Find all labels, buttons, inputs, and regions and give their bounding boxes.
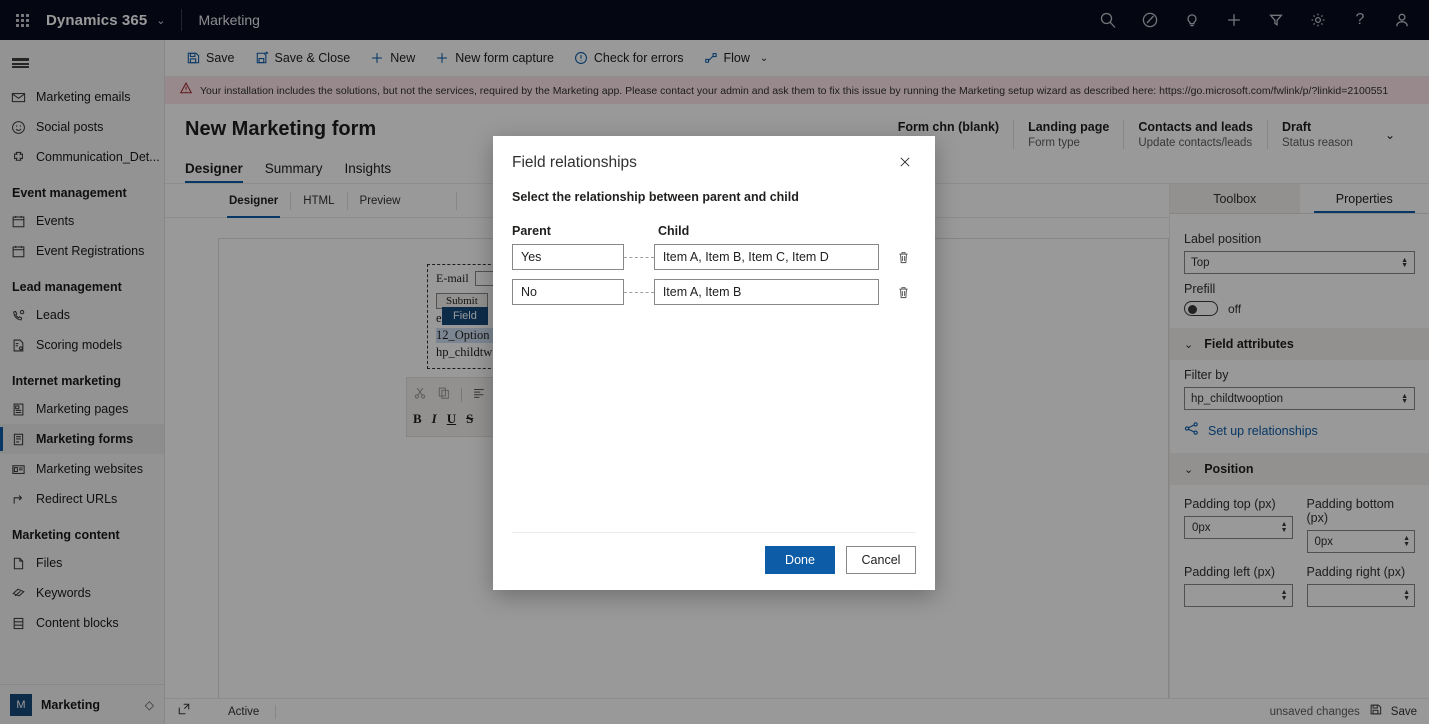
parent-column-header: Parent <box>512 224 551 238</box>
child-input[interactable]: Item A, Item B <box>653 279 879 305</box>
relationship-connector <box>623 256 654 258</box>
child-input[interactable]: Item A, Item B, Item C, Item D <box>653 244 879 270</box>
relationship-row: Yes Item A, Item B, Item C, Item D <box>512 244 916 270</box>
dialog-header: Field relationships <box>493 136 935 174</box>
trash-icon[interactable] <box>891 279 916 305</box>
dialog-body: Parent Child Yes Item A, Item B, Item C,… <box>493 204 935 532</box>
relationship-column-headers: Parent Child <box>512 224 916 238</box>
child-column-header: Child <box>658 224 690 238</box>
close-icon[interactable] <box>893 150 917 174</box>
done-button[interactable]: Done <box>765 546 835 574</box>
parent-input[interactable]: No <box>512 279 624 305</box>
parent-input[interactable]: Yes <box>512 244 624 270</box>
trash-icon[interactable] <box>891 244 916 270</box>
dialog-footer: Done Cancel <box>512 532 916 590</box>
field-relationships-dialog: Field relationships Select the relations… <box>493 136 935 590</box>
relationship-row: No Item A, Item B <box>512 279 916 305</box>
dialog-subtitle: Select the relationship between parent a… <box>512 190 799 204</box>
dialog-title: Field relationships <box>512 154 637 171</box>
relationship-connector <box>623 291 654 293</box>
cancel-button[interactable]: Cancel <box>846 546 916 574</box>
